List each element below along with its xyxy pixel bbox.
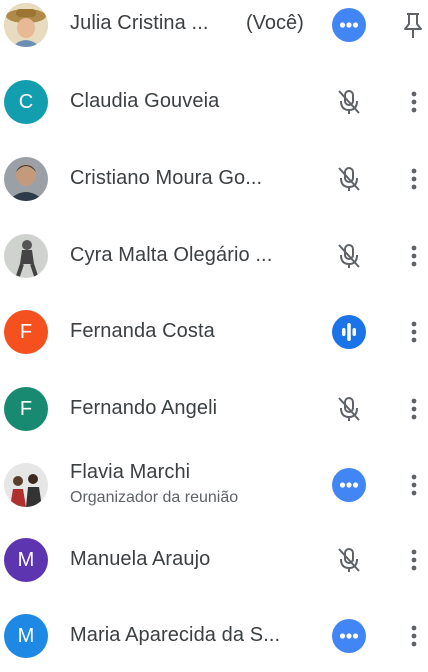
mic-off-icon [332,543,366,577]
avatar: F [4,387,48,431]
participant-row[interactable]: M Maria Aparecida da S... [0,602,428,672]
participant-row[interactable]: Cyra Malta Olegário ... [0,221,428,291]
more-vert-icon[interactable] [404,241,424,271]
mic-off-icon [332,392,366,426]
more-vert-icon[interactable] [404,545,424,575]
avatar: M [4,538,48,582]
avatar: F [4,310,48,354]
avatar-initial: F [19,398,33,420]
avatar-initial: M [17,549,35,571]
avatar [4,157,48,201]
mic-off-icon [332,85,366,119]
participant-name: Fernanda Costa [70,320,215,342]
mic-off-icon [332,239,366,273]
participant-row[interactable]: F Fernando Angeli [0,374,428,444]
pin-icon[interactable] [400,10,426,40]
avatar: C [4,80,48,124]
avatar: M [4,614,48,658]
avatar-initial: F [19,321,33,343]
participant-row[interactable]: Cristiano Moura Go... [0,144,428,214]
more-horiz-icon[interactable] [332,619,366,653]
you-label: (Você) [246,12,304,34]
avatar-initial: M [17,625,35,647]
participant-name: Claudia Gouveia [70,90,220,112]
more-vert-icon[interactable] [404,164,424,194]
more-vert-icon[interactable] [404,394,424,424]
participant-row[interactable]: M Manuela Araujo [0,526,428,596]
organizer-label: Organizador da reunião [70,489,239,506]
more-vert-icon[interactable] [404,621,424,651]
participant-name: Manuela Araujo [70,548,211,570]
avatar-initial: C [18,91,34,113]
more-vert-icon[interactable] [404,317,424,347]
participant-row[interactable]: F Fernanda Costa [0,297,428,367]
audio-level-icon [332,315,366,349]
participant-row[interactable]: C Claudia Gouveia [0,67,428,137]
participants-list: Julia Cristina ... (Você) C Claudia Gouv… [0,0,428,658]
avatar [4,3,48,47]
participant-row[interactable]: Flavia Marchi Organizador da reunião [0,451,428,521]
more-horiz-icon[interactable] [332,8,366,42]
participant-name: Fernando Angeli [70,397,218,419]
participant-name: Cyra Malta Olegário ... [70,244,273,266]
avatar [4,463,48,507]
participant-name: Cristiano Moura Go... [70,167,263,189]
participant-name: Julia Cristina ... [70,12,209,34]
avatar [4,234,48,278]
participant-name: Flavia Marchi [70,461,191,483]
mic-off-icon [332,162,366,196]
more-horiz-icon[interactable] [332,468,366,502]
participant-row[interactable]: Julia Cristina ... (Você) [0,0,428,60]
more-vert-icon[interactable] [404,87,424,117]
participant-name: Maria Aparecida da S... [70,624,281,646]
more-vert-icon[interactable] [404,470,424,500]
